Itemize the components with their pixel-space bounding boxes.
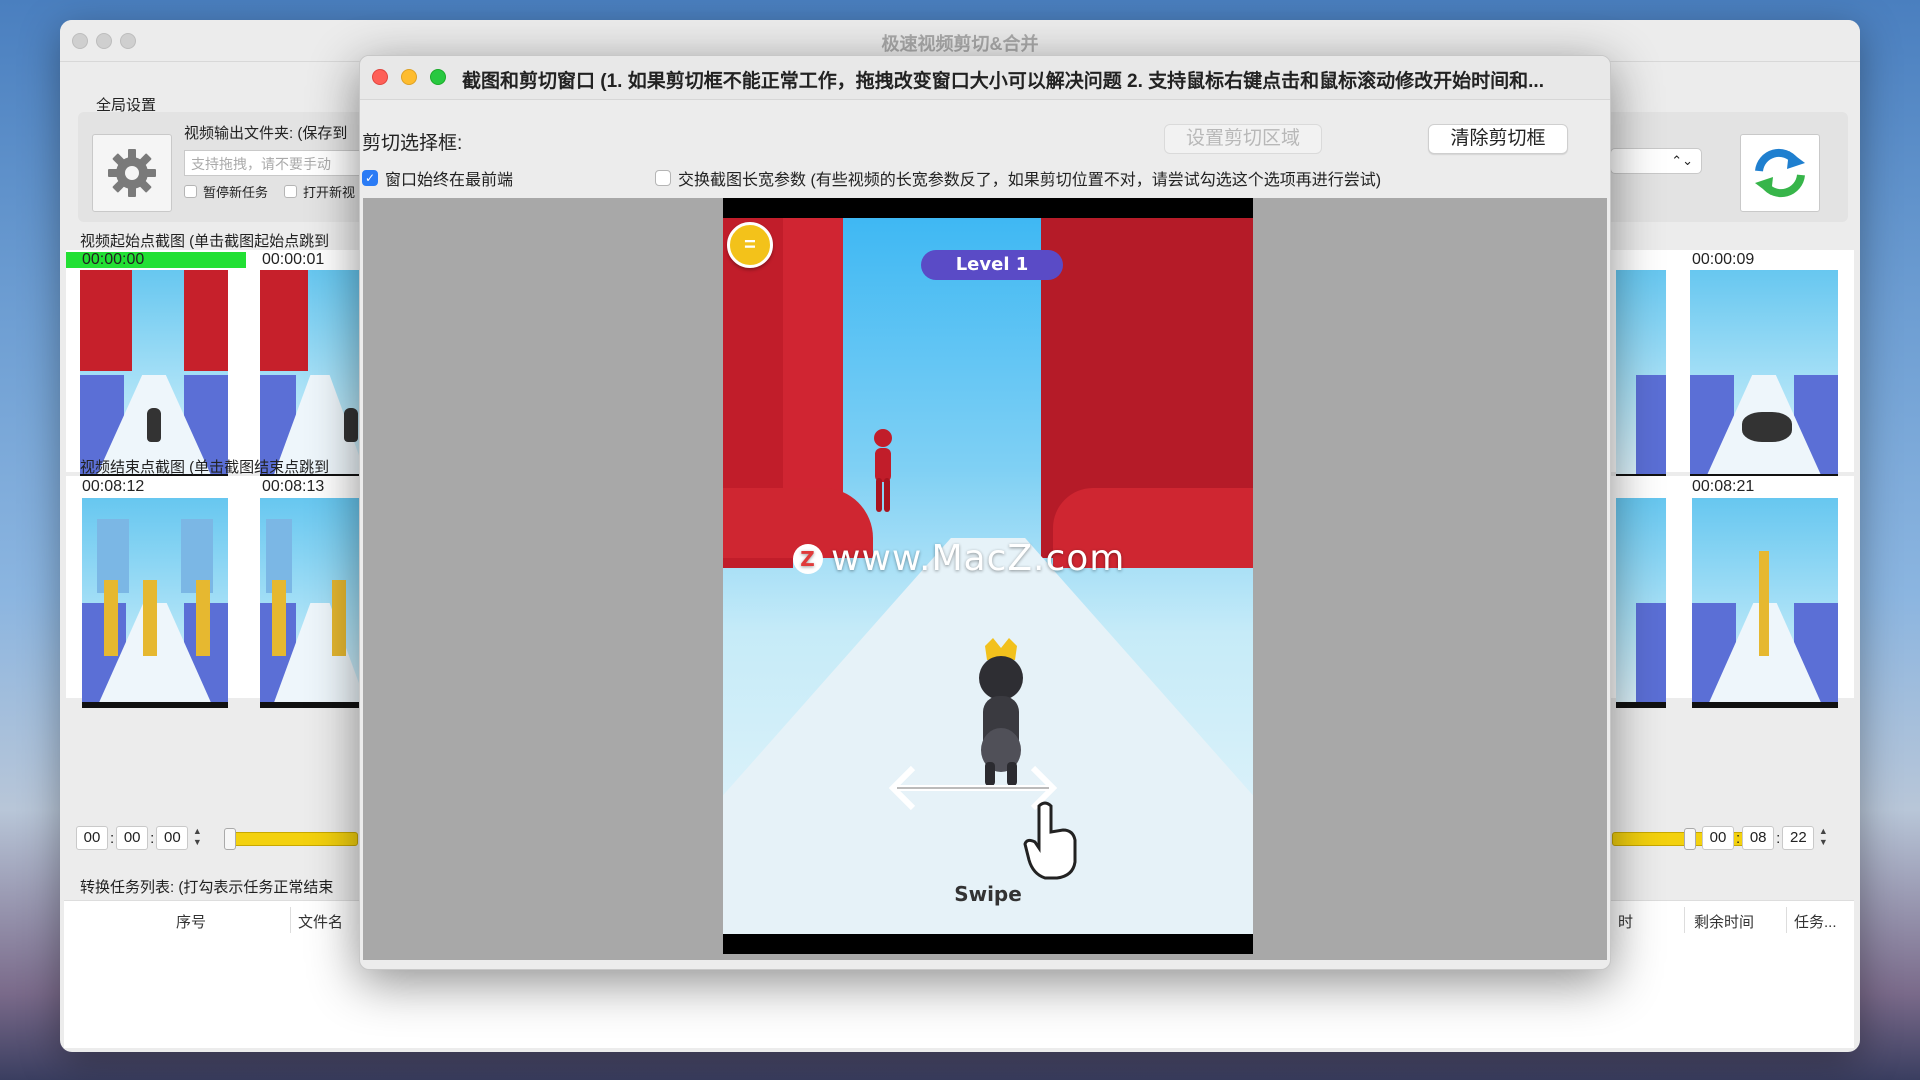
column-header[interactable]: 序号 [176, 911, 206, 932]
end-thumb[interactable] [1616, 498, 1666, 708]
column-header[interactable]: 时 [1618, 911, 1633, 932]
start-thumb[interactable] [1616, 270, 1666, 480]
start-thumb[interactable] [80, 270, 228, 480]
end-thumb-time: 00:08:21 [1692, 478, 1755, 495]
start-thumb-time: 00:00:00 [82, 251, 145, 268]
swipe-label: Swipe [954, 882, 1022, 906]
gear-icon [108, 149, 156, 197]
start-hour-field[interactable]: 00 [76, 826, 108, 850]
crop-select-label: 剪切选择框: [362, 133, 463, 154]
start-thumb-time: 00:00:01 [262, 251, 325, 268]
checkbox-box[interactable] [184, 185, 197, 198]
open-new-label: 打开新视 [303, 185, 356, 200]
settings-button[interactable] [92, 134, 172, 212]
red-stickman-icon [874, 429, 892, 512]
output-folder-input[interactable]: 支持拖拽，请不要手动 [184, 150, 374, 176]
always-on-top-label: 窗口始终在最前端 [385, 172, 514, 189]
end-thumb-time: 00:08:13 [262, 478, 325, 495]
chevron-updown-icon: ⌃⌄ [1671, 153, 1693, 168]
format-select[interactable]: ⌃⌄ [1610, 148, 1702, 174]
end-time-stepper[interactable]: ▲ ▼ [1816, 826, 1830, 850]
column-header[interactable]: 文件名 [298, 911, 343, 932]
start-time-stepper[interactable]: ▲ ▼ [190, 826, 204, 850]
hand-pointer-icon [1023, 801, 1077, 880]
output-folder-label: 视频输出文件夹: (保存到 [184, 125, 348, 142]
task-list-label: 转换任务列表: (打勾表示任务正常结束 [80, 879, 334, 896]
start-time-control: 00: 00: 00 ▲ ▼ [76, 826, 204, 850]
end-frames-label: 视频结束点截图 (单击截图结束点跳到 [80, 459, 330, 476]
swap-dimensions-checkbox[interactable]: 交换截图长宽参数 (有些视频的长宽参数反了，如果剪切位置不对，请尝试勾选这个选项… [655, 166, 1381, 190]
start-frames-label: 视频起始点截图 (单击截图起始点跳到 [80, 233, 330, 250]
always-on-top-checkbox[interactable]: ✓ 窗口始终在最前端 [362, 166, 513, 190]
start-slider-track[interactable] [228, 832, 358, 846]
watermark-text: www.MacZ.com [831, 538, 1126, 579]
set-crop-area-button[interactable]: 设置剪切区域 [1164, 124, 1322, 154]
watermark: Z www.MacZ.com [793, 538, 1125, 579]
open-new-checkbox[interactable]: 打开新视 [284, 182, 355, 201]
start-slider-knob[interactable] [224, 828, 236, 850]
end-thumb[interactable] [82, 498, 228, 708]
window-title: 极速视频剪切&合并 [881, 34, 1039, 54]
zoom-button[interactable] [430, 69, 446, 85]
column-header[interactable]: 剩余时间 [1694, 911, 1754, 932]
level-badge: Level 1 [921, 250, 1063, 280]
end-time-control: 00: 08: 22 ▲ ▼ [1702, 826, 1830, 850]
refresh-icon [1755, 148, 1805, 198]
end-thumb-time: 00:08:12 [82, 478, 145, 495]
pause-icon: = [727, 222, 773, 268]
video-frame[interactable]: = Level 1 Z www.MacZ.com Swipe [723, 198, 1253, 954]
end-second-field[interactable]: 22 [1782, 826, 1815, 850]
clear-crop-button[interactable]: 清除剪切框 [1428, 124, 1568, 154]
checkmark-icon[interactable]: ✓ [362, 170, 378, 186]
game-screenshot: = Level 1 Z www.MacZ.com Swipe [723, 218, 1253, 934]
crop-titlebar: 截图和剪切窗口 (1. 如果剪切框不能正常工作，拖拽改变窗口大小可以解决问题 2… [360, 56, 1610, 100]
end-hour-field[interactable]: 00 [1702, 826, 1734, 850]
crop-window: 截图和剪切窗口 (1. 如果剪切框不能正常工作，拖拽改变窗口大小可以解决问题 2… [359, 55, 1611, 970]
end-minute-field[interactable]: 08 [1742, 826, 1775, 850]
swap-dimensions-label: 交换截图长宽参数 (有些视频的长宽参数反了，如果剪切位置不对，请尝试勾选这个选项… [678, 172, 1382, 189]
column-header[interactable]: 任务... [1794, 911, 1837, 932]
minimize-button[interactable] [401, 69, 417, 85]
start-thumb[interactable] [1690, 270, 1838, 480]
start-second-field[interactable]: 00 [156, 826, 189, 850]
checkbox-box[interactable] [284, 185, 297, 198]
start-thumb-time: 00:00:09 [1692, 251, 1755, 268]
preview-area[interactable]: = Level 1 Z www.MacZ.com Swipe [363, 198, 1607, 960]
pause-new-tasks-checkbox[interactable]: 暂停新任务 [184, 182, 268, 201]
checkbox-box[interactable] [655, 170, 671, 186]
start-minute-field[interactable]: 00 [116, 826, 149, 850]
crop-window-title: 截图和剪切窗口 (1. 如果剪切框不能正常工作，拖拽改变窗口大小可以解决问题 2… [462, 71, 1544, 92]
watermark-logo: Z [793, 543, 823, 574]
pause-new-tasks-label: 暂停新任务 [203, 185, 269, 200]
refresh-button[interactable] [1740, 134, 1820, 212]
end-slider-knob[interactable] [1684, 828, 1696, 850]
close-button[interactable] [372, 69, 388, 85]
end-thumb[interactable] [1692, 498, 1838, 708]
